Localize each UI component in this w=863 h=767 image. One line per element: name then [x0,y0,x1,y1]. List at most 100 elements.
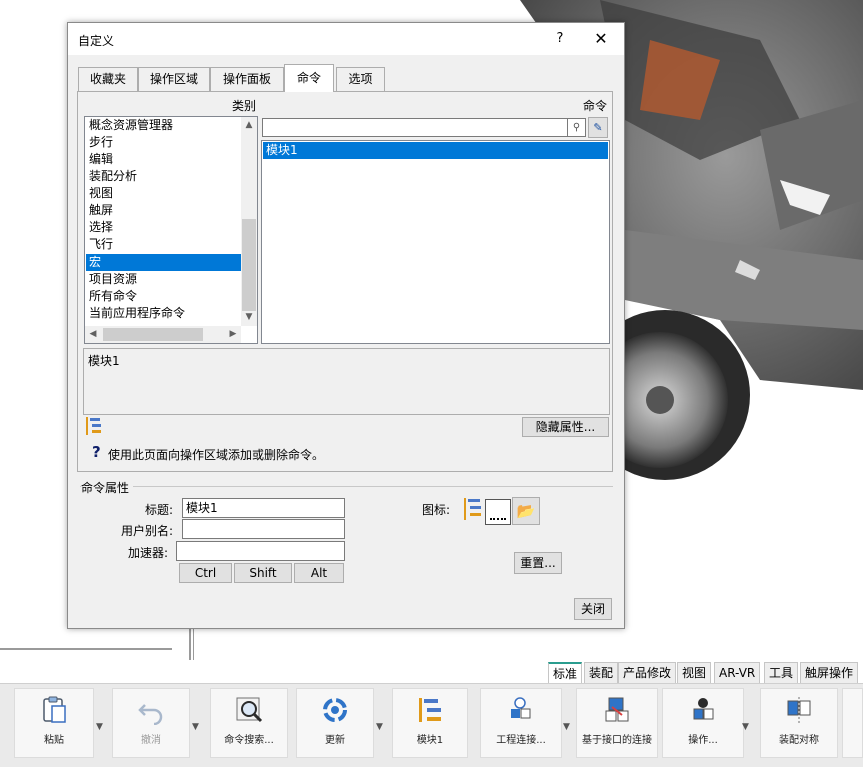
hint-text: 使用此页面向操作区域添加或删除命令。 [108,448,325,462]
chevron-down-icon[interactable]: ▼ [376,722,383,732]
command-search-icon [236,697,263,723]
list-item[interactable]: 当前应用程序命令 [86,305,241,322]
title-field[interactable]: 模块1 [182,498,345,518]
command-search-button[interactable]: 命令搜索... [210,688,288,758]
macro-module-icon [86,417,101,435]
title-label: 标题: [144,503,173,517]
tab-assembly[interactable]: 装配 [584,662,619,683]
ribbon: 粘贴 ▼ 撤消 ▼ 命令搜索... 更新 ▼ 模块1 工程连接... ▼ 基于接… [0,683,863,767]
tab-toolbars[interactable]: 操作面板 [210,67,284,91]
scroll-thumb[interactable] [103,328,203,341]
tab-standard[interactable]: 标准 [548,662,583,683]
dialog-title: 自定义 [78,34,115,48]
manipulate-button[interactable]: 操作... [662,688,744,758]
empty-icon-slot[interactable] [485,499,511,525]
list-item[interactable]: 装配分析 [86,168,241,185]
close-icon[interactable]: ✕ [590,28,612,50]
list-item[interactable]: 飞行 [86,236,241,253]
scroll-down-icon[interactable]: ▼ [241,309,257,326]
macro-module-icon[interactable] [462,496,484,522]
customize-dialog: 自定义 ? ✕ 收藏夹 操作区域 操作面板 命令 选项 类别 命令 概念资源管理… [67,22,625,629]
engineering-connection-label: 工程连接... [496,735,546,746]
undo-button[interactable]: 撤消 [112,688,190,758]
folder-open-icon[interactable]: 📂 [512,497,540,525]
chevron-down-icon[interactable]: ▼ [563,722,570,732]
tab-view[interactable]: 视图 [677,662,712,683]
tab-tools[interactable]: 工具 [764,662,799,683]
user-alias-label: 用户别名: [120,524,173,538]
horizontal-scrollbar[interactable]: ◀ ▶ [85,326,241,343]
list-item[interactable]: 项目资源 [86,271,241,288]
search-icon[interactable]: ⚲ [568,118,586,137]
chevron-down-icon[interactable]: ▼ [96,722,103,732]
engineering-connection-icon [511,697,531,719]
hint-row: ? 使用此页面向操作区域添加或删除命令。 [83,441,610,465]
tab-ar-vr[interactable]: AR-VR [714,662,761,683]
chevron-down-icon[interactable]: ▼ [742,722,749,732]
manipulate-label: 操作... [688,735,718,746]
interface-connection-icon [605,697,629,722]
command-label: 命令 [583,99,608,113]
list-item[interactable]: 触屏 [86,202,241,219]
user-alias-field[interactable] [182,519,345,539]
update-label: 更新 [325,735,345,746]
macro-module-label: 模块1 [416,735,444,746]
scroll-left-icon[interactable]: ◀ [85,326,101,343]
tab-touch[interactable]: 触屏操作 [800,662,859,683]
ground-line [0,648,172,650]
interface-connection-label: 基于接口的连接 [582,735,652,746]
description-box: 模块1 [83,348,610,415]
category-label: 类别 [232,99,257,113]
macro-module-button[interactable]: 模块1 [392,688,468,758]
list-item[interactable]: 编辑 [86,151,241,168]
list-item[interactable]: 步行 [86,134,241,151]
reset-button[interactable]: 重置... [514,552,562,574]
category-list[interactable]: 概念资源管理器 步行 编辑 装配分析 视图 触屏 选择 飞行 宏 项目资源 所有… [84,116,258,344]
list-item[interactable]: 视图 [86,185,241,202]
undo-label: 撤消 [141,735,161,746]
alt-toggle[interactable]: Alt [294,563,344,583]
accelerator-field[interactable] [176,541,345,561]
paste-button[interactable]: 粘贴 [14,688,94,758]
ribbon-overflow-button[interactable] [842,688,863,758]
tab-product-modify[interactable]: 产品修改 [618,662,677,683]
assembly-symmetry-button[interactable]: 装配对称 [760,688,838,758]
chevron-down-icon[interactable]: ▼ [192,722,199,732]
accelerator-label: 加速器: [127,546,168,560]
assembly-symmetry-label: 装配对称 [779,735,819,746]
question-icon: ? [92,443,101,461]
tab-options[interactable]: 选项 [336,67,385,91]
scroll-thumb[interactable] [242,219,256,311]
scroll-up-icon[interactable]: ▲ [241,117,257,134]
dialog-titlebar[interactable]: 自定义 ? ✕ [68,23,624,55]
ground-tick [193,628,194,660]
hide-properties-button[interactable]: 隐藏属性... [522,417,609,437]
tab-commands[interactable]: 命令 [284,64,334,92]
close-button[interactable]: 关闭 [574,598,612,620]
vertical-scrollbar[interactable]: ▲ ▼ [241,117,257,326]
command-list[interactable]: 模块1 [261,140,610,344]
command-search-input[interactable] [262,118,568,137]
list-item[interactable]: 所有命令 [86,288,241,305]
ctrl-toggle[interactable]: Ctrl [179,563,232,583]
command-properties-legend: 命令属性 [81,479,134,496]
list-item[interactable]: 选择 [86,219,241,236]
divider [80,486,613,487]
list-item-selected[interactable]: 宏 [86,254,241,271]
assembly-symmetry-icon [787,697,811,723]
command-description: 模块1 [88,354,120,368]
shift-toggle[interactable]: Shift [234,563,292,583]
interface-connection-button[interactable]: 基于接口的连接 [576,688,658,758]
list-item-selected[interactable]: 模块1 [263,142,608,159]
help-icon[interactable]: ? [550,29,570,49]
update-button[interactable]: 更新 [296,688,374,758]
engineering-connection-button[interactable]: 工程连接... [480,688,562,758]
macro-module-icon [419,698,441,722]
command-search-label: 命令搜索... [224,735,274,746]
tab-favorites[interactable]: 收藏夹 [78,67,138,91]
list-item[interactable]: 概念资源管理器 [86,117,241,134]
paste-label: 粘贴 [44,735,64,746]
scroll-right-icon[interactable]: ▶ [225,326,241,343]
eraser-icon[interactable]: ✎ [588,117,608,138]
tab-workbenches[interactable]: 操作区域 [138,67,210,91]
